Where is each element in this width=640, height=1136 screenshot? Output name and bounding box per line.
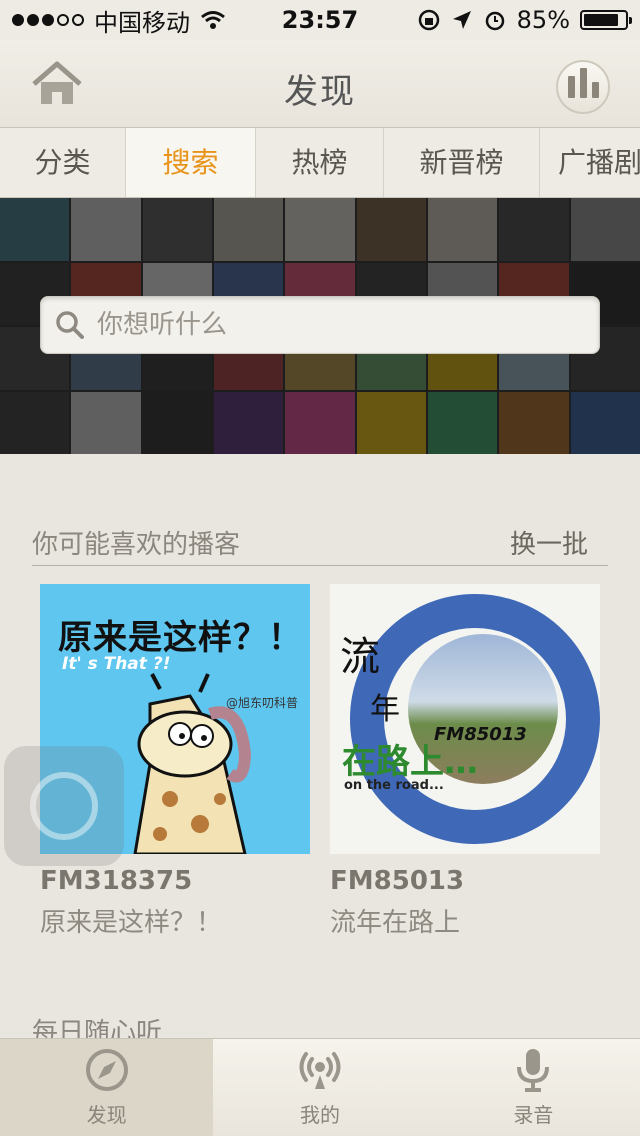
tabbar-label: 发现 (86, 1103, 127, 1127)
wifi-icon (201, 11, 225, 29)
battery-percent: 85% (516, 6, 570, 34)
status-bar: 中国移动 23:57 85% (0, 0, 640, 40)
status-right: 85% (417, 6, 632, 34)
podcast-id: FM85013 (330, 866, 465, 896)
page-title: 发现 (284, 72, 356, 112)
broadcast-icon (299, 1052, 341, 1089)
cover-road: on the road... (344, 778, 444, 793)
tabbar-label: 我的 (299, 1103, 340, 1127)
microphone-icon (517, 1049, 550, 1092)
equalizer-icon (567, 76, 575, 98)
search-input[interactable] (97, 310, 585, 340)
podcast-id: FM318375 (40, 866, 193, 896)
tab-bar: 发现 我的 录音 (0, 1038, 640, 1136)
tabbar-mine[interactable]: 我的 (213, 1039, 426, 1136)
navigation-bar: 发现 (0, 40, 640, 128)
cover-title-1: 流 (340, 634, 380, 680)
location-icon (452, 11, 471, 29)
tab-hot[interactable]: 热榜 (256, 128, 384, 197)
equalizer-bar (591, 82, 599, 98)
search-icon (56, 311, 84, 339)
section-title: 你可能喜欢的播客 (32, 530, 241, 560)
tab-new[interactable]: 新晋榜 (384, 128, 540, 197)
carrier-label: 中国移动 (94, 8, 190, 37)
search-banner (0, 198, 640, 454)
battery-icon (580, 10, 632, 30)
tab-radio-drama[interactable]: 广播剧 (540, 128, 640, 197)
tabbar-record[interactable]: 录音 (427, 1039, 640, 1136)
assistive-touch-icon (30, 772, 98, 840)
tabbar-discover[interactable]: 发现 (0, 1039, 214, 1136)
tabbar-label: 录音 (513, 1103, 554, 1127)
rotation-lock-icon (418, 9, 439, 31)
now-playing-button[interactable] (556, 60, 610, 114)
search-field[interactable] (40, 296, 600, 354)
tab-category[interactable]: 分类 (0, 128, 126, 197)
battery-fill (584, 14, 618, 26)
recommend-header: 你可能喜欢的播客 换一批 (32, 520, 608, 566)
category-tabs: 分类 搜索 热榜 新晋榜 广播剧 (0, 128, 640, 198)
status-time: 23:57 (281, 6, 359, 34)
cover-title-2: 年 (370, 692, 400, 727)
assistive-touch-button[interactable] (4, 746, 124, 866)
tab-search[interactable]: 搜索 (126, 128, 256, 197)
status-left: 中国移动 (12, 3, 226, 38)
cover-title-3: 在路上… (342, 742, 478, 782)
podcast-name: 原来是这样？！ (40, 908, 223, 938)
equalizer-bar (579, 68, 587, 98)
podcast-name: 流年在路上 (330, 908, 461, 938)
podcast-grid: 原来是这样？！ It' s That ?! @旭东叨科普 FM318375 原来… (40, 584, 600, 939)
compass-icon (85, 1049, 128, 1091)
podcast-cover[interactable]: 流 年 FM85013 在路上… on the road... (330, 584, 600, 854)
alarm-icon (485, 11, 504, 31)
signal-icon (12, 14, 84, 26)
refresh-button[interactable]: 换一批 (510, 524, 608, 561)
podcast-card[interactable]: 流 年 FM85013 在路上… on the road... FM85013 … (330, 584, 600, 939)
